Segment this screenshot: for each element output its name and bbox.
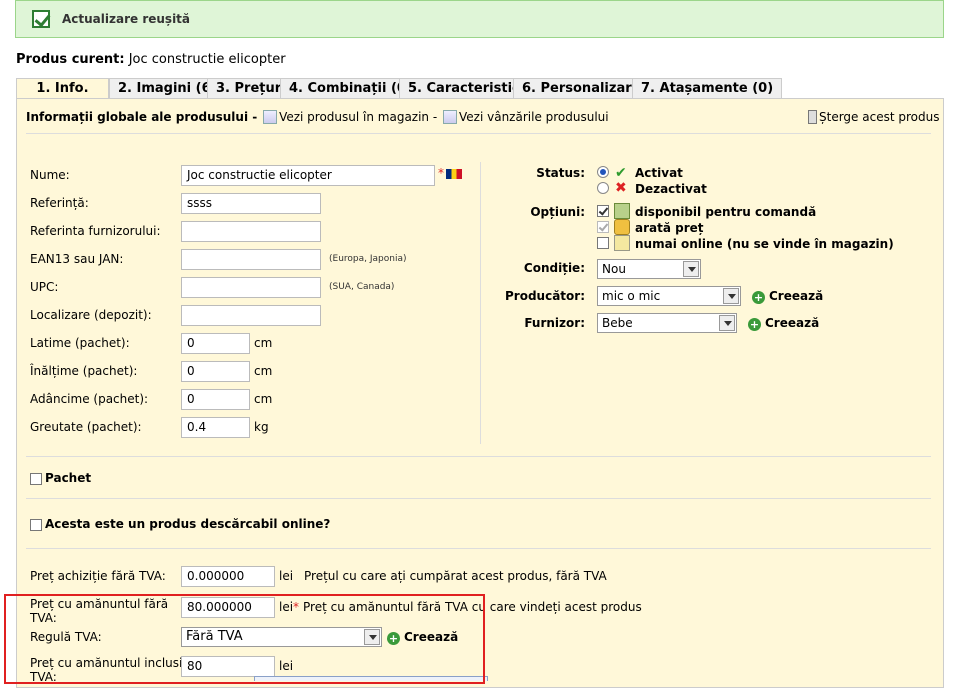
downloadable-label: Acesta este un produs descărcabil online… [45, 517, 331, 531]
success-check-icon [32, 10, 50, 28]
purchase-price-input[interactable]: 0.000000 [181, 566, 275, 587]
supplier-select[interactable]: Bebe [597, 313, 737, 333]
width-input[interactable]: 0 [181, 333, 250, 354]
success-banner: Actualizare reușită [15, 0, 944, 38]
delete-product-link[interactable]: Șterge acest produs [806, 110, 939, 124]
divider [26, 456, 931, 457]
ean-label: EAN13 sau JAN: [30, 252, 124, 266]
manufacturer-value: mic o mic [602, 289, 661, 303]
upc-hint: (SUA, Canada) [329, 282, 395, 292]
chevron-down-icon [719, 315, 735, 331]
check-icon: ✔ [615, 165, 627, 181]
location-label: Localizare (depozit): [30, 308, 152, 322]
location-input[interactable] [181, 305, 321, 326]
view-sales-link[interactable]: Vezi vânzările produsului [459, 110, 609, 124]
height-input[interactable]: 0 [181, 361, 250, 382]
condition-label: Condiție: [523, 261, 585, 275]
weight-input[interactable]: 0.4 [181, 417, 250, 438]
supplier-reference-label: Referinta furnizorului: [30, 224, 161, 238]
online-only-label: numai online (nu se vinde în magazin) [635, 237, 894, 251]
name-input[interactable]: Joc constructie elicopter [181, 165, 435, 186]
show-price-label: arată preț [635, 221, 704, 235]
height-label: Înălțime (pachet): [30, 364, 138, 378]
reference-input[interactable]: ssss [181, 193, 321, 214]
status-inactive-label: Dezactivat [635, 182, 707, 196]
options-label: Opțiuni: [530, 205, 585, 219]
coins-icon [614, 219, 630, 235]
condition-value: Nou [602, 262, 626, 276]
pack-checkbox[interactable] [30, 473, 42, 485]
success-message: Actualizare reușită [62, 12, 191, 26]
tab-info[interactable]: 1. Info. [16, 78, 109, 99]
supplier-value: Bebe [602, 316, 633, 330]
height-unit: cm [254, 364, 273, 378]
current-product-label: Produs curent: [16, 52, 125, 67]
weight-unit: kg [254, 420, 269, 434]
view-in-shop-link[interactable]: Vezi produsul în magazin - [279, 110, 437, 124]
cart-icon [443, 110, 458, 124]
panel-title: Informații globale ale produsului - [26, 110, 258, 124]
highlight-box [4, 594, 485, 684]
chevron-down-icon [723, 288, 739, 304]
magnifier-page-icon [263, 110, 278, 124]
name-label: Nume: [30, 168, 70, 182]
status-inactive-radio[interactable] [597, 182, 609, 194]
current-product-name: Joc constructie elicopter [128, 52, 286, 67]
available-order-label: disponibil pentru comandă [635, 205, 817, 219]
cart-add-icon [614, 203, 630, 219]
create-supplier-link[interactable]: Creează [765, 316, 819, 330]
status-active-label: Activat [635, 166, 683, 180]
supplier-reference-input[interactable] [181, 221, 321, 242]
purchase-price-desc: Prețul cu care ați cumpărat acest produs… [304, 569, 607, 583]
tab-customization[interactable]: 6. Personalizare [513, 78, 650, 99]
manufacturer-label: Producător: [505, 289, 585, 303]
ean-hint: (Europa, Japonia) [329, 254, 407, 264]
tab-attachments[interactable]: 7. Atașamente (0) [632, 78, 783, 99]
panel-header: Informații globale ale produsului - Vezi… [26, 110, 609, 124]
depth-input[interactable]: 0 [181, 389, 250, 410]
divider [26, 498, 931, 499]
weight-label: Greutate (pachet): [30, 420, 142, 434]
ean-input[interactable] [181, 249, 321, 270]
romanian-flag-icon[interactable] [446, 169, 462, 179]
depth-label: Adâncime (pachet): [30, 392, 149, 406]
divider [26, 548, 931, 549]
upc-input[interactable] [181, 277, 321, 298]
required-star: * [438, 166, 444, 180]
delete-product-label: Șterge acest produs [819, 110, 940, 124]
supplier-label: Furnizor: [524, 316, 585, 330]
downloadable-checkbox[interactable] [30, 519, 42, 531]
purchase-price-unit: lei [279, 569, 294, 583]
width-label: Latime (pachet): [30, 336, 130, 350]
available-order-checkbox[interactable] [597, 205, 609, 217]
current-product: Produs curent: Joc constructie elicopter [16, 52, 286, 67]
online-only-checkbox[interactable] [597, 237, 609, 249]
manufacturer-select[interactable]: mic o mic [597, 286, 741, 306]
cross-icon: ✖ [615, 180, 627, 196]
online-only-icon [614, 235, 630, 251]
create-manufacturer-link[interactable]: Creează [769, 289, 823, 303]
status-label: Status: [536, 166, 585, 180]
add-icon[interactable]: + [748, 318, 761, 331]
condition-select[interactable]: Nou [597, 259, 701, 279]
trash-icon [808, 110, 817, 124]
column-divider [480, 162, 481, 444]
add-icon[interactable]: + [752, 291, 765, 304]
depth-unit: cm [254, 392, 273, 406]
purchase-price-label: Preț achiziție fără TVA: [30, 569, 166, 583]
divider [26, 133, 931, 134]
chevron-down-icon [683, 261, 699, 277]
reference-label: Referință: [30, 196, 89, 210]
status-active-radio[interactable] [597, 166, 609, 178]
show-price-checkbox[interactable] [597, 221, 609, 233]
pack-label: Pachet [45, 471, 92, 485]
upc-label: UPC: [30, 280, 59, 294]
width-unit: cm [254, 336, 273, 350]
